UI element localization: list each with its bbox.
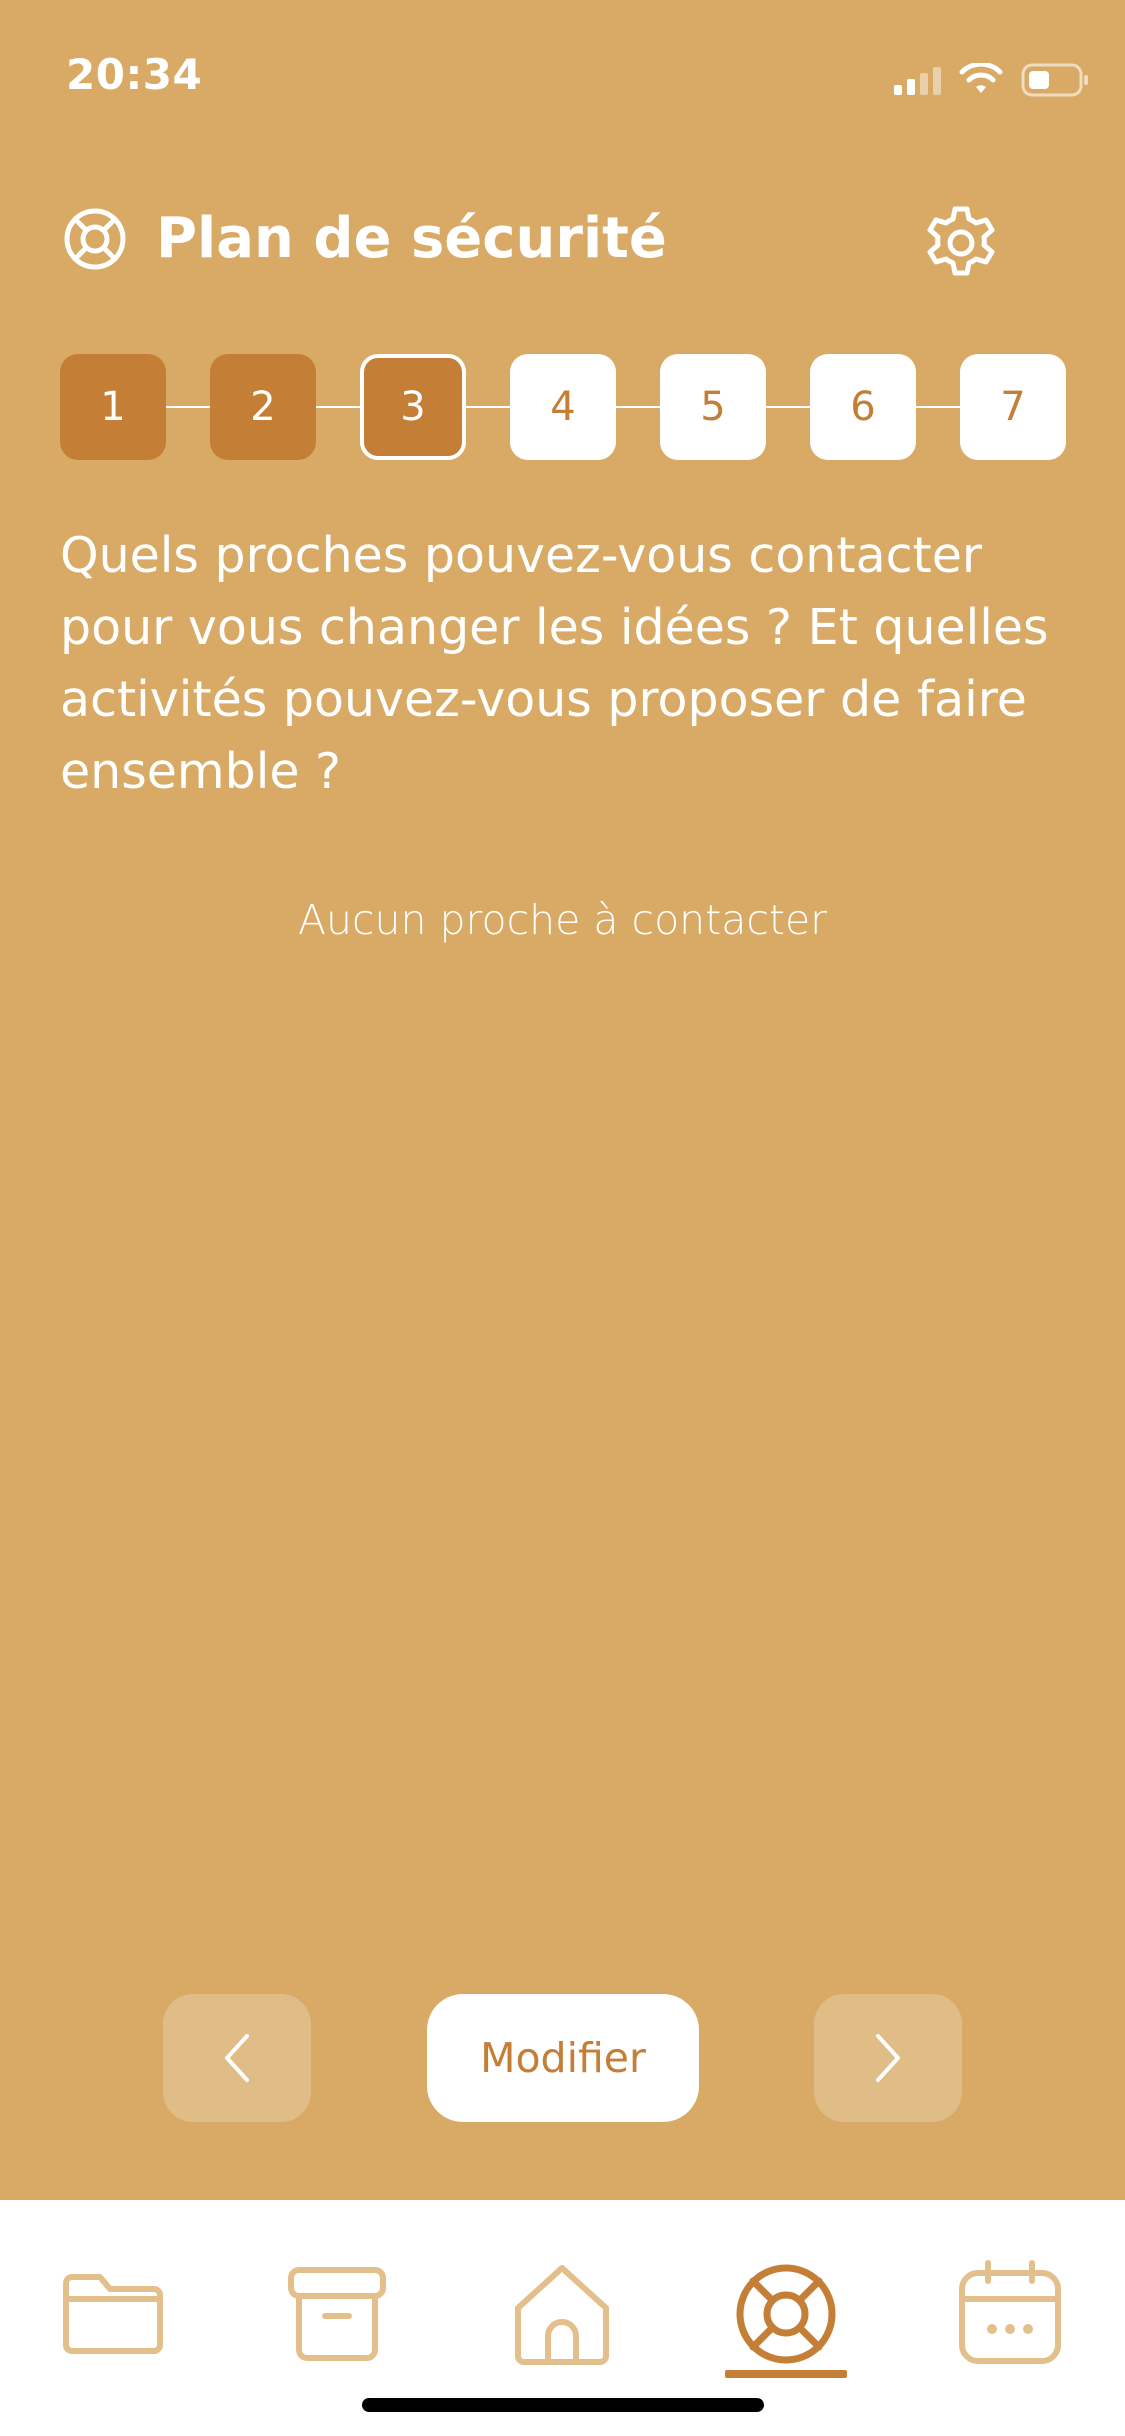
step-5[interactable]: 5: [660, 354, 766, 460]
chevron-left-icon: [225, 2034, 249, 2082]
home-icon: [515, 2265, 609, 2365]
step-question: Quels proches pouvez-vous contacter pour…: [60, 527, 1049, 800]
tab-documents[interactable]: [53, 2254, 173, 2374]
settings-button[interactable]: [918, 200, 1004, 286]
next-step-button[interactable]: [814, 1994, 962, 2122]
archive-icon: [288, 2267, 386, 2361]
header: Plan de sécurité: [0, 190, 1125, 290]
status-time: 20:34: [66, 50, 203, 99]
step-6[interactable]: 6: [810, 354, 916, 460]
tab-home[interactable]: [502, 2254, 622, 2374]
status-icons: [894, 62, 1091, 98]
step-progress: 1 2 3 4 5 6 7: [60, 354, 1066, 460]
modify-button[interactable]: Modifier: [427, 1994, 699, 2122]
gear-icon: [927, 206, 995, 276]
tab-agenda[interactable]: [950, 2254, 1070, 2374]
step-1[interactable]: 1: [60, 354, 166, 460]
folder-icon: [63, 2274, 163, 2354]
lifebuoy-icon: [64, 208, 126, 270]
empty-state-message: Aucun proche à contacter: [297, 896, 828, 944]
step-4[interactable]: 4: [510, 354, 616, 460]
step-2[interactable]: 2: [210, 354, 316, 460]
tab-archive[interactable]: [277, 2254, 397, 2374]
previous-step-button[interactable]: [163, 1994, 311, 2122]
active-tab-indicator: [725, 2370, 847, 2378]
status-bar: 20:34: [0, 0, 1125, 150]
page-title: Plan de sécurité: [156, 206, 667, 271]
step-3[interactable]: 3: [360, 354, 466, 460]
lifebuoy-icon: [736, 2264, 836, 2364]
battery-icon: [1021, 63, 1088, 97]
step-7[interactable]: 7: [960, 354, 1066, 460]
home-indicator: [362, 2398, 764, 2412]
tab-safety-plan[interactable]: [726, 2254, 846, 2374]
chevron-right-icon: [876, 2034, 900, 2082]
wifi-icon: [959, 63, 1003, 93]
step-navigation: Modifier: [0, 1994, 1125, 2124]
calendar-icon: [959, 2260, 1061, 2364]
signal-icon: [894, 65, 941, 95]
